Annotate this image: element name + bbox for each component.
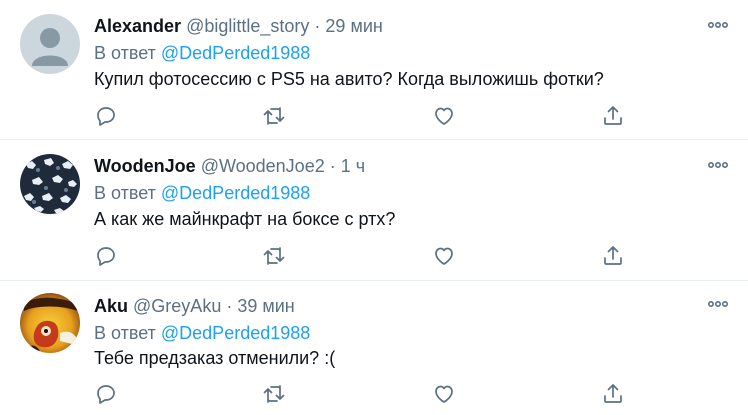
tweet[interactable]: Alexander @biglittle_story · 29 мин В от… [0, 0, 748, 140]
separator: · [329, 156, 336, 176]
separator: · [226, 296, 233, 316]
user-name[interactable]: WoodenJoe [94, 156, 196, 176]
tweet[interactable]: Aku @GreyAku · 39 мин В ответ @DedPerded… [0, 281, 748, 415]
tweet-header: WoodenJoe @WoodenJoe2 · 1 ч [94, 155, 365, 177]
default-avatar-icon [20, 14, 80, 74]
heart-icon[interactable] [432, 382, 456, 406]
reply-context: В ответ @DedPerded1988 [94, 182, 310, 204]
timestamp[interactable]: 1 ч [341, 156, 365, 176]
tweet[interactable]: WoodenJoe @WoodenJoe2 · 1 ч В ответ @Ded… [0, 140, 748, 280]
reply-icon[interactable] [94, 244, 118, 268]
reply-mention-link[interactable]: @DedPerded1988 [161, 183, 310, 203]
more-options-icon[interactable] [707, 299, 729, 309]
separator: · [314, 16, 321, 36]
user-name[interactable]: Alexander [94, 16, 181, 36]
avatar[interactable] [20, 14, 80, 74]
reply-mention-link[interactable]: @DedPerded1988 [161, 323, 310, 343]
avatar[interactable] [20, 154, 80, 214]
retweet-icon[interactable] [262, 244, 286, 268]
user-handle[interactable]: @GreyAku [133, 296, 221, 316]
cartoon-avatar [20, 293, 80, 353]
avatar[interactable] [20, 293, 80, 353]
tweet-header: Aku @GreyAku · 39 мин [94, 295, 295, 317]
retweet-icon[interactable] [262, 382, 286, 406]
share-icon[interactable] [601, 382, 625, 406]
user-handle[interactable]: @biglittle_story [186, 16, 309, 36]
reply-context: В ответ @DedPerded1988 [94, 322, 310, 344]
user-name[interactable]: Aku [94, 296, 128, 316]
heart-icon[interactable] [432, 104, 456, 128]
timestamp[interactable]: 29 мин [325, 16, 382, 36]
timestamp[interactable]: 39 мин [237, 296, 294, 316]
reply-prefix: В ответ [94, 43, 161, 63]
heart-icon[interactable] [432, 244, 456, 268]
patterned-avatar [20, 154, 80, 214]
reply-context: В ответ @DedPerded1988 [94, 42, 310, 64]
reply-prefix: В ответ [94, 183, 161, 203]
reply-mention-link[interactable]: @DedPerded1988 [161, 43, 310, 63]
more-options-icon[interactable] [707, 20, 729, 30]
tweet-header: Alexander @biglittle_story · 29 мин [94, 15, 383, 37]
user-handle[interactable]: @WoodenJoe2 [201, 156, 325, 176]
more-options-icon[interactable] [707, 160, 729, 170]
share-icon[interactable] [601, 244, 625, 268]
share-icon[interactable] [601, 104, 625, 128]
tweet-text: Купил фотосессию с PS5 на авито? Когда в… [94, 69, 604, 89]
reply-prefix: В ответ [94, 323, 161, 343]
tweet-text: Тебе предзаказ отменили? :( [94, 348, 336, 368]
retweet-icon[interactable] [262, 104, 286, 128]
reply-icon[interactable] [94, 382, 118, 406]
tweet-text: А как же майнкрафт на боксе с ртх? [94, 209, 396, 229]
reply-icon[interactable] [94, 104, 118, 128]
